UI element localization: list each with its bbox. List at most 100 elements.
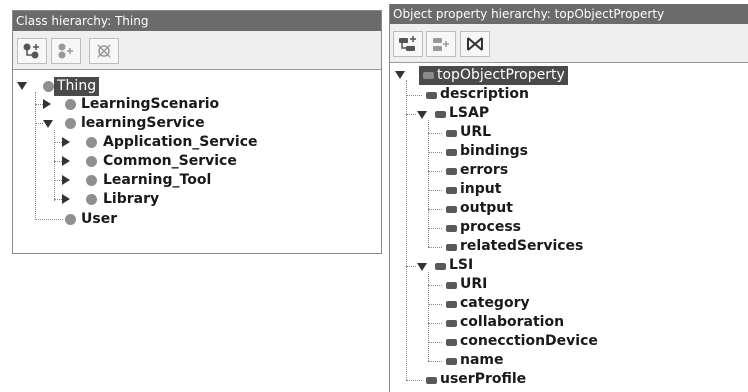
property-icon bbox=[435, 263, 446, 270]
expand-arrow-icon[interactable] bbox=[43, 99, 51, 109]
property-node-lsap[interactable]: LSAP bbox=[449, 104, 489, 123]
add-sibling-property-button[interactable] bbox=[426, 31, 456, 57]
property-icon bbox=[426, 377, 437, 384]
expand-arrow-icon[interactable] bbox=[62, 137, 70, 147]
class-node-learning-service[interactable]: learningService bbox=[81, 114, 205, 133]
property-node-errors[interactable]: errors bbox=[460, 161, 508, 180]
expand-arrow-icon[interactable] bbox=[62, 156, 70, 166]
class-label: Application_Service bbox=[103, 134, 258, 150]
property-label: name bbox=[460, 352, 504, 368]
collapse-arrow-icon[interactable] bbox=[43, 120, 53, 128]
property-node-url[interactable]: URL bbox=[460, 123, 491, 142]
property-label: userProfile bbox=[440, 371, 527, 387]
delete-class-icon bbox=[97, 44, 111, 58]
property-node-category[interactable]: category bbox=[460, 294, 530, 313]
property-icon bbox=[446, 206, 457, 213]
property-label: relatedServices bbox=[460, 238, 584, 254]
add-sibling-icon bbox=[58, 43, 73, 59]
property-node-top-object-property[interactable]: topObjectProperty bbox=[419, 66, 568, 85]
property-label: collaboration bbox=[460, 314, 565, 330]
property-label: output bbox=[460, 200, 513, 216]
class-icon bbox=[65, 99, 76, 110]
class-node-library[interactable]: Library bbox=[103, 190, 159, 209]
property-label: conecctionDevice bbox=[460, 333, 598, 349]
property-node-lsi[interactable]: LSI bbox=[449, 256, 473, 275]
property-icon bbox=[423, 71, 434, 79]
class-icon bbox=[86, 175, 97, 186]
property-label: errors bbox=[460, 162, 509, 178]
collapse-arrow-icon[interactable] bbox=[417, 111, 427, 119]
delete-property-icon bbox=[467, 37, 483, 51]
class-icon bbox=[65, 118, 76, 129]
collapse-arrow-icon[interactable] bbox=[17, 82, 27, 90]
property-label: LSI bbox=[449, 257, 474, 273]
property-label: category bbox=[460, 295, 530, 311]
property-label: LSAP bbox=[449, 105, 490, 121]
class-icon bbox=[43, 81, 54, 92]
class-node-user[interactable]: User bbox=[81, 210, 117, 229]
class-label: Common_Service bbox=[103, 153, 237, 169]
property-icon bbox=[426, 92, 437, 99]
add-subclass-icon bbox=[23, 43, 39, 59]
expand-arrow-icon[interactable] bbox=[62, 194, 70, 204]
class-node-learning-tool[interactable]: Learning_Tool bbox=[103, 171, 211, 190]
property-node-input[interactable]: input bbox=[460, 180, 501, 199]
object-property-tree: topObjectProperty description LSAP URL b… bbox=[390, 63, 748, 392]
add-sibling-class-button[interactable] bbox=[51, 38, 81, 64]
property-node-user-profile[interactable]: userProfile bbox=[440, 370, 526, 389]
property-node-process[interactable]: process bbox=[460, 218, 521, 237]
collapse-arrow-icon[interactable] bbox=[395, 71, 405, 79]
add-subproperty-button[interactable] bbox=[393, 31, 423, 57]
property-icon bbox=[435, 111, 446, 118]
property-icon bbox=[446, 358, 457, 365]
property-label: description bbox=[440, 86, 529, 102]
object-property-hierarchy-title: Object property hierarchy: topObjectProp… bbox=[390, 4, 748, 24]
property-icon bbox=[446, 130, 457, 137]
add-sibling-property-icon bbox=[433, 38, 449, 51]
object-property-hierarchy-panel: Object property hierarchy: topObjectProp… bbox=[389, 4, 748, 392]
property-node-conecction-device[interactable]: conecctionDevice bbox=[460, 332, 598, 351]
expand-arrow-icon[interactable] bbox=[62, 175, 70, 185]
class-hierarchy-title: Class hierarchy: Thing bbox=[13, 11, 381, 31]
class-label: LearningScenario bbox=[81, 96, 220, 112]
property-node-uri[interactable]: URI bbox=[460, 275, 487, 294]
class-icon bbox=[86, 194, 97, 205]
property-icon bbox=[446, 301, 457, 308]
property-root-label: topObjectProperty bbox=[437, 67, 565, 83]
delete-class-button[interactable] bbox=[89, 38, 119, 64]
property-label: process bbox=[460, 219, 522, 235]
class-icon bbox=[86, 156, 97, 167]
object-property-toolbar bbox=[390, 24, 748, 63]
property-label: input bbox=[460, 181, 502, 197]
class-node-thing[interactable]: Thing bbox=[54, 77, 100, 96]
class-icon bbox=[86, 137, 97, 148]
property-icon bbox=[446, 149, 457, 156]
property-node-description[interactable]: description bbox=[440, 85, 529, 104]
property-icon bbox=[446, 187, 457, 194]
class-hierarchy-panel: Class hierarchy: Thing Thing LearningSce… bbox=[12, 10, 382, 254]
property-label: URI bbox=[460, 276, 488, 292]
property-icon bbox=[446, 320, 457, 327]
property-node-related-services[interactable]: relatedServices bbox=[460, 237, 583, 256]
class-node-application-service[interactable]: Application_Service bbox=[103, 133, 258, 152]
class-label: Learning_Tool bbox=[103, 172, 212, 188]
property-icon bbox=[446, 225, 457, 232]
collapse-arrow-icon[interactable] bbox=[417, 263, 427, 271]
property-label: bindings bbox=[460, 143, 528, 159]
class-hierarchy-toolbar bbox=[13, 31, 381, 70]
class-icon bbox=[65, 214, 76, 225]
property-node-name[interactable]: name bbox=[460, 351, 504, 370]
property-label: URL bbox=[460, 124, 492, 140]
class-label: Thing bbox=[54, 77, 100, 96]
delete-property-button[interactable] bbox=[460, 31, 490, 57]
class-node-common-service[interactable]: Common_Service bbox=[103, 152, 237, 171]
property-node-collaboration[interactable]: collaboration bbox=[460, 313, 564, 332]
class-label: User bbox=[81, 211, 118, 227]
add-subclass-button[interactable] bbox=[17, 38, 47, 64]
class-label: learningService bbox=[81, 115, 205, 131]
property-node-output[interactable]: output bbox=[460, 199, 513, 218]
property-icon bbox=[446, 168, 457, 175]
add-subproperty-icon bbox=[399, 36, 416, 51]
class-node-learning-scenario[interactable]: LearningScenario bbox=[81, 95, 219, 114]
property-node-bindings[interactable]: bindings bbox=[460, 142, 528, 161]
